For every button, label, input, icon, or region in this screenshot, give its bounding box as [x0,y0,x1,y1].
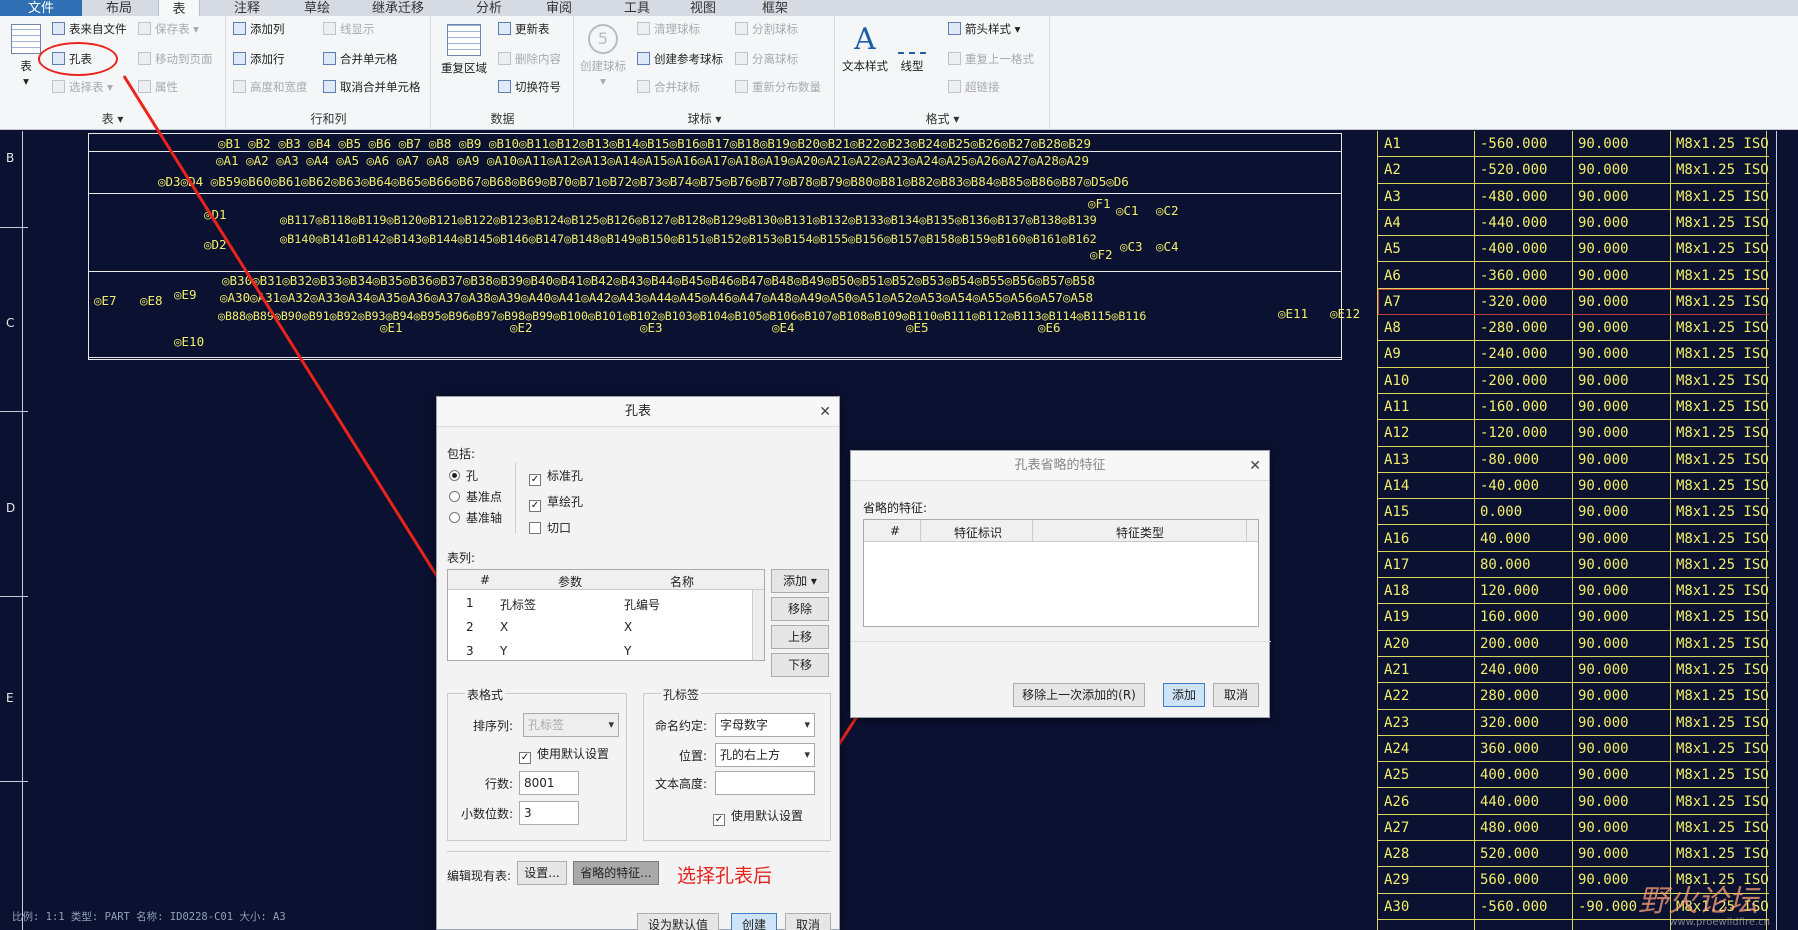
include-label: 包括: [447,447,476,461]
grid-head-feature-id: 特征标识 [954,526,1003,540]
checkbox-checked-icon: ✓ [519,752,531,764]
use-default-check-2[interactable]: ✓ 使用默认设置 [713,807,803,826]
checkbox-checked-icon: ✓ [713,814,725,826]
divider [851,641,1271,642]
grid-sep [920,520,921,542]
grid-scrollbar[interactable] [752,590,764,660]
naming-select[interactable]: 字母数字 [715,713,815,737]
decimals-input[interactable]: 3 [519,801,579,825]
move-up-button[interactable]: 上移 [771,625,829,649]
radio-icon [449,491,460,502]
hole-table-dialog: 孔表 ✕ 包括: 孔 基准点 基准轴 ✓ 标准孔 ✓ 草绘孔 切口 表列: # 参数 … [436,396,840,930]
text-height-input[interactable] [715,771,815,795]
add-button[interactable]: 添加 [1163,683,1205,707]
divider [447,851,831,852]
app-window: 文件 布局 表 注释 草绘 继承迁移 分析 审阅 工具 视图 框架 表 ▾ 表来… [0,0,1798,930]
grid-cell[interactable]: 2 [466,620,474,634]
cancel-button[interactable]: 取消 [1213,683,1259,707]
omitted-features-button[interactable]: 省略的特征... [573,861,659,885]
check-standard-hole[interactable]: ✓ 标准孔 [529,467,583,486]
grid-head-feature-type: 特征类型 [1116,526,1165,540]
decimals-label: 小数位数: [461,807,514,821]
sort-select[interactable]: 孔标签 [523,713,619,737]
radio-icon [449,470,460,481]
settings-button[interactable]: 设置... [517,861,567,885]
text-height-label: 文本高度: [655,777,708,791]
radio-icon [449,512,460,523]
remove-last-added-button[interactable]: 移除上一次添加的(R) [1013,683,1145,707]
rows-input[interactable]: 8001 [519,771,579,795]
grid-cell[interactable]: Y [500,644,507,658]
rows-label: 行数: [485,777,514,791]
watermark-url: www.proewildfire.cn [1669,917,1770,928]
hole-tag-title: 孔标签 [661,686,702,703]
grid-head-num: # [890,524,901,538]
dialog-title: 孔表省略的特征 ✕ [851,451,1269,481]
annotation-text: 选择孔表后 [677,865,773,887]
radio-hole[interactable]: 孔 [449,467,478,484]
checkbox-checked-icon: ✓ [529,474,541,486]
cancel-button[interactable]: 取消 [785,913,831,930]
grid-cell[interactable]: X [500,620,508,634]
position-select[interactable]: 孔的右上方 [715,743,815,767]
position-label: 位置: [679,749,708,763]
radio-datum-point[interactable]: 基准点 [449,488,502,505]
dialog-title: 孔表 ✕ [437,397,839,427]
close-icon[interactable]: ✕ [819,397,831,427]
grid-cell[interactable]: 孔编号 [624,596,660,613]
table-format-title: 表格式 [465,686,506,703]
remove-button[interactable]: 移除 [771,597,829,621]
set-default-button[interactable]: 设为默认值 [637,913,719,930]
move-down-button[interactable]: 下移 [771,653,829,677]
grid-cell[interactable]: 1 [466,596,474,610]
close-icon[interactable]: ✕ [1249,451,1261,481]
grid-cell[interactable]: 3 [466,644,474,658]
columns-grid[interactable]: # 参数 名称 1 孔标签 孔编号 2 X X 3 Y Y [447,569,765,661]
create-button[interactable]: 创建 [731,913,777,930]
sort-label: 排序列: [473,719,514,733]
grid-sep [1246,520,1247,542]
checkbox-checked-icon: ✓ [529,500,541,512]
use-default-check[interactable]: ✓ 使用默认设置 [519,745,609,764]
naming-label: 命名约定: [655,719,708,733]
checkbox-icon [529,522,541,534]
edit-existing-label: 编辑现有表: [447,869,512,883]
check-cut[interactable]: 切口 [529,519,571,536]
grid-cell[interactable]: X [624,620,632,634]
grid-header [448,570,764,590]
divider [515,463,516,533]
add-column-dropdown[interactable]: 添加 ▾ [771,569,829,593]
grid-head-param: 参数 [558,575,583,589]
grid-cell[interactable]: Y [624,644,631,658]
grid-sep [1032,520,1033,542]
watermark-logo: 野火论坛 [1638,884,1758,919]
radio-datum-axis[interactable]: 基准轴 [449,509,502,526]
omitted-features-dialog: 孔表省略的特征 ✕ 省略的特征: # 特征标识 特征类型 移除上一次添加的(R) … [850,450,1271,718]
grid-header [864,520,1258,542]
omitted-label: 省略的特征: [863,501,928,515]
grid-cell[interactable]: 孔标签 [500,596,536,613]
columns-label: 表列: [447,551,476,565]
check-sketched-hole[interactable]: ✓ 草绘孔 [529,493,583,512]
grid-head-num: # [480,573,491,587]
omitted-grid[interactable]: # 特征标识 特征类型 [863,519,1259,627]
grid-head-name: 名称 [670,575,695,589]
